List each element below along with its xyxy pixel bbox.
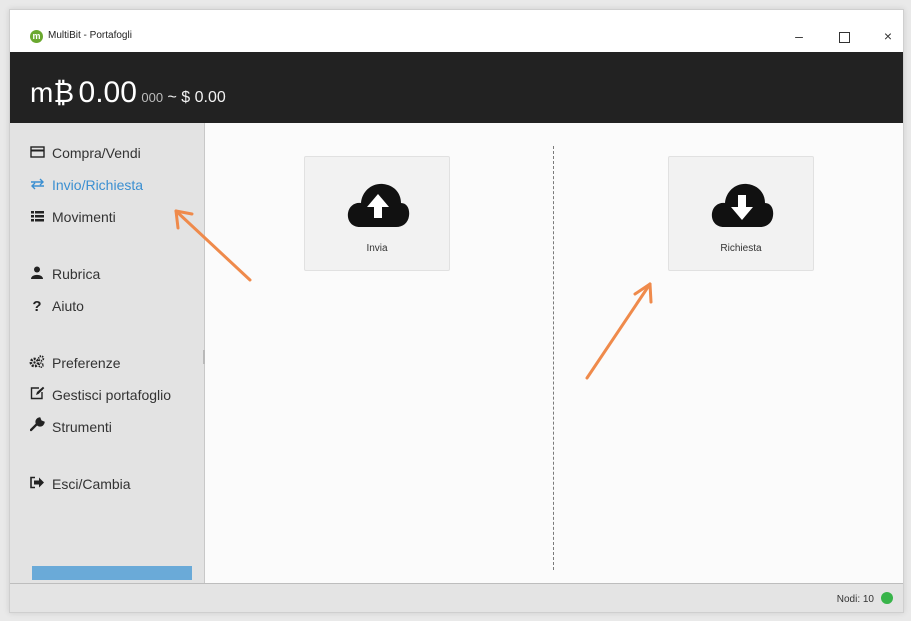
sign-out-icon <box>28 474 46 496</box>
balance-header: m₿ 0.00 000 ~ $ 0.00 <box>10 52 903 123</box>
sidebar-item-preferenze[interactable]: Preferenze <box>28 352 120 374</box>
sync-progress-bar <box>32 566 192 580</box>
sidebar-item-label: Esci/Cambia <box>52 476 131 492</box>
user-icon <box>28 264 46 286</box>
sidebar-item-rubrica[interactable]: Rubrica <box>28 263 100 285</box>
maximize-icon <box>838 31 850 43</box>
request-button[interactable]: Richiesta <box>668 156 814 271</box>
credit-card-icon <box>28 143 46 165</box>
list-icon <box>28 207 46 229</box>
sidebar-item-label: Gestisci portafoglio <box>52 387 172 403</box>
question-icon: ? <box>32 298 42 315</box>
connection-status-icon <box>881 592 893 604</box>
app-window: m MultiBit - Portafogli – × m₿ 0.00 000 … <box>9 9 904 613</box>
exchange-icon <box>28 175 46 197</box>
sidebar-item-aiuto[interactable]: ? Aiuto <box>28 295 84 317</box>
sidebar-item-strumenti[interactable]: Strumenti <box>28 416 112 438</box>
sidebar-item-label: Movimenti <box>52 209 116 225</box>
balance-main: 0.00 <box>78 76 137 109</box>
title-bar: m MultiBit - Portafogli – × <box>10 10 903 52</box>
panel-divider <box>553 146 554 570</box>
minimize-button[interactable]: – <box>785 24 813 48</box>
sidebar-item-label: Preferenze <box>52 355 121 371</box>
fiat-balance: ~ $ 0.00 <box>167 89 226 106</box>
edit-icon <box>28 385 46 407</box>
balance-display: m₿ 0.00 000 ~ $ 0.00 <box>30 76 226 110</box>
multibit-logo-icon: m <box>30 30 43 43</box>
send-label: Invia <box>366 243 388 254</box>
sidebar-item-gestisci-portafoglio[interactable]: Gestisci portafoglio <box>28 384 171 406</box>
send-request-panel: Invia Richiesta <box>205 123 903 583</box>
gears-icon <box>28 353 46 375</box>
close-button[interactable]: × <box>874 24 902 48</box>
bitcoin-unit: m₿ <box>30 77 75 108</box>
wrench-icon <box>28 417 46 439</box>
sidebar-item-invio-richiesta[interactable]: Invio/Richiesta <box>28 174 143 196</box>
window-title: MultiBit - Portafogli <box>48 30 132 41</box>
sidebar-item-label: Aiuto <box>52 298 84 314</box>
sidebar-item-esci-cambia[interactable]: Esci/Cambia <box>28 473 131 495</box>
maximize-button[interactable] <box>830 24 858 48</box>
sidebar-item-label: Strumenti <box>52 419 112 435</box>
cloud-download-icon <box>711 183 774 227</box>
sidebar-item-movimenti[interactable]: Movimenti <box>28 206 116 228</box>
balance-small-digits: 000 <box>141 90 164 105</box>
peer-count: Nodi: 10 <box>836 594 874 605</box>
sidebar-item-label: Rubrica <box>52 266 101 282</box>
sidebar-item-compra-vendi[interactable]: Compra/Vendi <box>28 142 141 164</box>
status-bar: Nodi: 10 <box>10 583 903 612</box>
request-label: Richiesta <box>720 243 762 254</box>
sidebar: Compra/Vendi Invio/Richiesta Movimenti R… <box>10 123 205 583</box>
send-button[interactable]: Invia <box>304 156 450 271</box>
sidebar-item-label: Compra/Vendi <box>52 145 141 161</box>
sidebar-item-label: Invio/Richiesta <box>52 177 144 193</box>
cloud-upload-icon <box>347 183 410 227</box>
